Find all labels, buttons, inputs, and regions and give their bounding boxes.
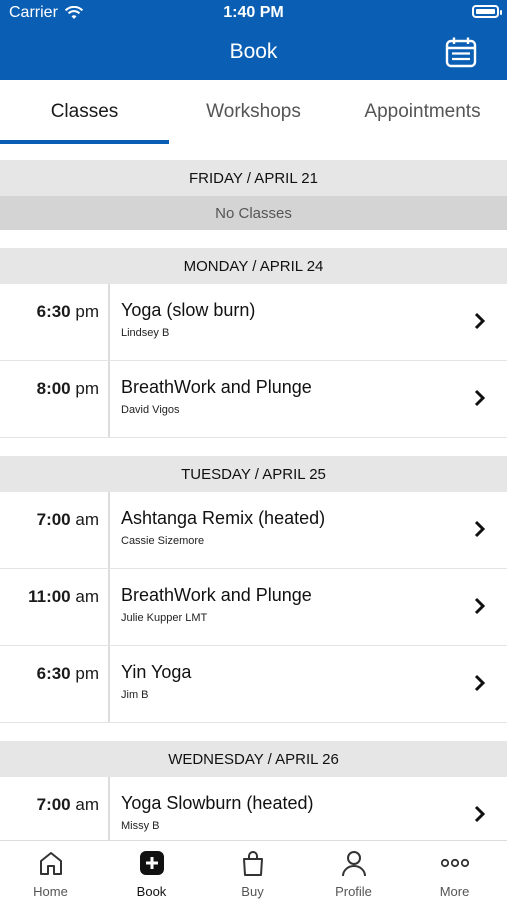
instructor-name: Julie Kupper LMT — [121, 612, 208, 624]
tabbar-more[interactable]: More — [404, 841, 505, 901]
class-time: 7:00 am — [36, 795, 99, 814]
schedule-list[interactable]: FRIDAY / APRIL 21 No Classes MONDAY / AP… — [0, 160, 507, 854]
class-time: 11:00 am — [28, 587, 99, 606]
chevron-right-icon — [474, 520, 486, 538]
class-name: Yin Yoga — [121, 662, 192, 682]
tabbar-buy-label: Buy — [241, 884, 264, 899]
class-row[interactable]: 6:30 pm Yoga (slow burn) Lindsey B — [0, 284, 507, 361]
class-time: 8:00 pm — [36, 379, 99, 398]
tabbar-home-label: Home — [33, 884, 68, 899]
chevron-right-icon — [474, 312, 486, 330]
class-name: Ashtanga Remix (heated) — [121, 508, 326, 528]
tabbar-more-label: More — [439, 884, 470, 899]
class-row[interactable]: 8:00 pm BreathWork and Plunge David Vigo… — [0, 361, 507, 438]
class-time: 6:30 pm — [36, 664, 99, 683]
instructor-name: Missy B — [121, 820, 160, 832]
day-header: WEDNESDAY / APRIL 26 — [0, 741, 507, 777]
shopping-bag-icon — [242, 851, 263, 876]
no-classes-label: No Classes — [0, 196, 507, 230]
tabbar-profile[interactable]: Profile — [303, 841, 404, 901]
class-time: 7:00 am — [36, 510, 99, 529]
instructor-name: Lindsey B — [121, 327, 170, 339]
battery-icon — [472, 5, 502, 18]
class-name: BreathWork and Plunge — [121, 585, 312, 605]
plus-square-icon — [139, 851, 164, 875]
tabbar-buy[interactable]: Buy — [202, 841, 303, 901]
class-name: BreathWork and Plunge — [121, 377, 312, 397]
day-header: FRIDAY / APRIL 21 — [0, 160, 507, 196]
tab-classes[interactable]: Classes — [0, 80, 169, 144]
tab-appointments[interactable]: Appointments — [338, 80, 507, 144]
page-title: Book — [229, 40, 278, 63]
home-icon — [39, 852, 62, 875]
ellipsis-icon — [440, 858, 469, 868]
class-row[interactable]: 7:00 am Ashtanga Remix (heated) Cassie S… — [0, 492, 507, 569]
tabbar-profile-label: Profile — [335, 884, 372, 899]
active-tab-indicator — [0, 140, 169, 144]
class-name: Yoga (slow burn) — [121, 300, 256, 320]
instructor-name: David Vigos — [121, 404, 180, 416]
person-icon — [341, 851, 366, 877]
chevron-right-icon — [474, 805, 486, 823]
class-time: 6:30 pm — [36, 302, 99, 321]
instructor-name: Cassie Sizemore — [121, 535, 205, 547]
day-header: TUESDAY / APRIL 25 — [0, 456, 507, 492]
status-time: 1:40 PM — [223, 4, 284, 21]
segment-tabs: Classes Workshops Appointments — [0, 80, 507, 144]
tabbar-home[interactable]: Home — [0, 841, 101, 901]
class-row[interactable]: 6:30 pm Yin Yoga Jim B — [0, 646, 507, 723]
calendar-icon[interactable] — [445, 36, 477, 68]
tabbar-book[interactable]: Book — [101, 841, 202, 901]
class-name: Yoga Slowburn (heated) — [121, 793, 314, 813]
chevron-right-icon — [474, 674, 486, 692]
chevron-right-icon — [474, 597, 486, 615]
app-header: Carrier 1:40 PM Book — [0, 0, 507, 80]
chevron-right-icon — [474, 389, 486, 407]
day-header: MONDAY / APRIL 24 — [0, 248, 507, 284]
tab-workshops[interactable]: Workshops — [169, 80, 338, 144]
tabbar-book-label: Book — [136, 884, 167, 899]
bottom-tab-bar: Home Book Buy Profile More — [0, 840, 507, 901]
class-row[interactable]: 11:00 am BreathWork and Plunge Julie Kup… — [0, 569, 507, 646]
instructor-name: Jim B — [121, 689, 149, 701]
